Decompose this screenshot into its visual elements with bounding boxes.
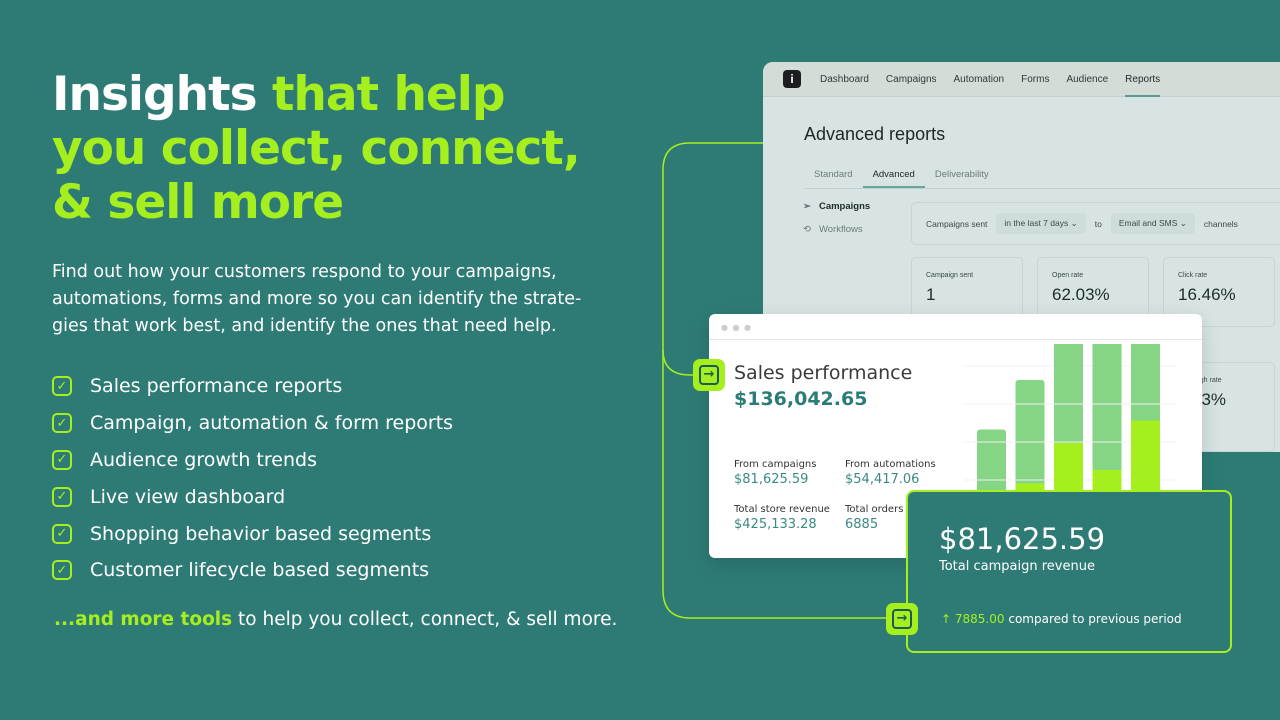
metric: From campaigns $81,625.59 [734,459,816,487]
stat-value: 16.46% [1178,285,1236,304]
period-value: in the last 7 days [1004,218,1069,228]
sidebar-label: Campaigns [818,201,871,212]
delta-text: compared to previous period [1008,612,1182,626]
sidebar-item-workflows[interactable]: ⟲ Workflows [803,224,870,247]
page-title: Advanced reports [804,124,946,144]
top-nav: i Dashboard Campaigns Automation Forms A… [763,62,1280,97]
chevron-down-icon: ⌄ [1179,218,1187,228]
period-dropdown[interactable]: in the last 7 days ⌄ [996,213,1086,234]
campaign-revenue-card: $81,625.59 Total campaign revenue ↑ 7885… [906,490,1232,653]
window-bar [709,314,1202,340]
arrow-right-icon: → [693,359,725,391]
sidebar-label: Workflows [818,224,863,235]
metric: Total store revenue $425,133.28 [734,504,830,532]
metric: From automations $54,417.06 [845,459,936,487]
nav-forms[interactable]: Forms [1021,62,1049,97]
nav-dashboard[interactable]: Dashboard [820,62,869,97]
metric-value: $54,417.06 [845,472,920,487]
filter-suffix: channels [1203,218,1238,229]
delta-row: ↑ 7885.00 compared to previous period [941,612,1182,626]
bar-segment [1131,344,1160,424]
filter-label: Campaigns sent [926,218,988,229]
paper-plane-icon: ➢ [803,201,811,212]
workflow-icon: ⟲ [803,224,811,235]
nav-reports[interactable]: Reports [1125,62,1161,97]
app-logo: i [783,70,801,88]
campaign-revenue-value: $81,625.59 [939,522,1106,556]
bar-segment [1092,344,1122,473]
arrow-up-icon: ↑ [941,612,952,626]
delta-value: 7885.00 [954,612,1005,626]
metric-value: 6885 [845,517,879,532]
stat-label: Open rate [1052,272,1084,279]
filter-to: to [1094,218,1102,229]
metric-label: From campaigns [734,459,817,470]
metric-value: $81,625.59 [734,472,809,487]
bar-segment [1054,344,1083,446]
chevron-down-icon: ⌄ [1070,218,1078,228]
metric-label: Total orders p [845,504,913,515]
metric-label: Total store revenue [734,504,830,515]
sales-total: $136,042.65 [734,388,868,410]
stat-label: ough rate [1192,377,1222,384]
tab-standard[interactable]: Standard [804,166,863,188]
campaign-filter: Campaigns sent in the last 7 days ⌄ to E… [911,202,1280,245]
stat-label: Campaign sent [926,272,974,279]
metric-label: From automations [845,459,936,470]
tab-advanced[interactable]: Advanced [862,166,925,188]
stat-value: 1 [926,285,936,304]
metric: Total orders p 6885 [845,504,913,532]
metric-value: $425,133.28 [734,517,817,532]
channels-dropdown[interactable]: Email and SMS ⌄ [1110,213,1195,234]
report-tabs: Standard Advanced Deliverability [804,166,1280,189]
nav-audience[interactable]: Audience [1066,62,1108,97]
nav-campaigns[interactable]: Campaigns [886,62,937,97]
arrow-right-icon: → [886,603,918,635]
sidebar-item-campaigns[interactable]: ➢ Campaigns [803,201,870,224]
stat-value: 53% [1192,390,1227,409]
nav-automation[interactable]: Automation [954,62,1005,97]
stat-value: 62.03% [1052,285,1110,304]
channels-value: Email and SMS [1118,218,1178,228]
bar-segment [1015,380,1045,487]
sales-title: Sales performance [734,362,913,384]
stat-label: Click rate [1178,272,1208,279]
tab-deliverability[interactable]: Deliverability [925,166,999,188]
report-sidebar: ➢ Campaigns ⟲ Workflows [803,201,870,247]
campaign-revenue-label: Total campaign revenue [939,559,1095,574]
window-dots: ● ● ● [721,323,753,332]
